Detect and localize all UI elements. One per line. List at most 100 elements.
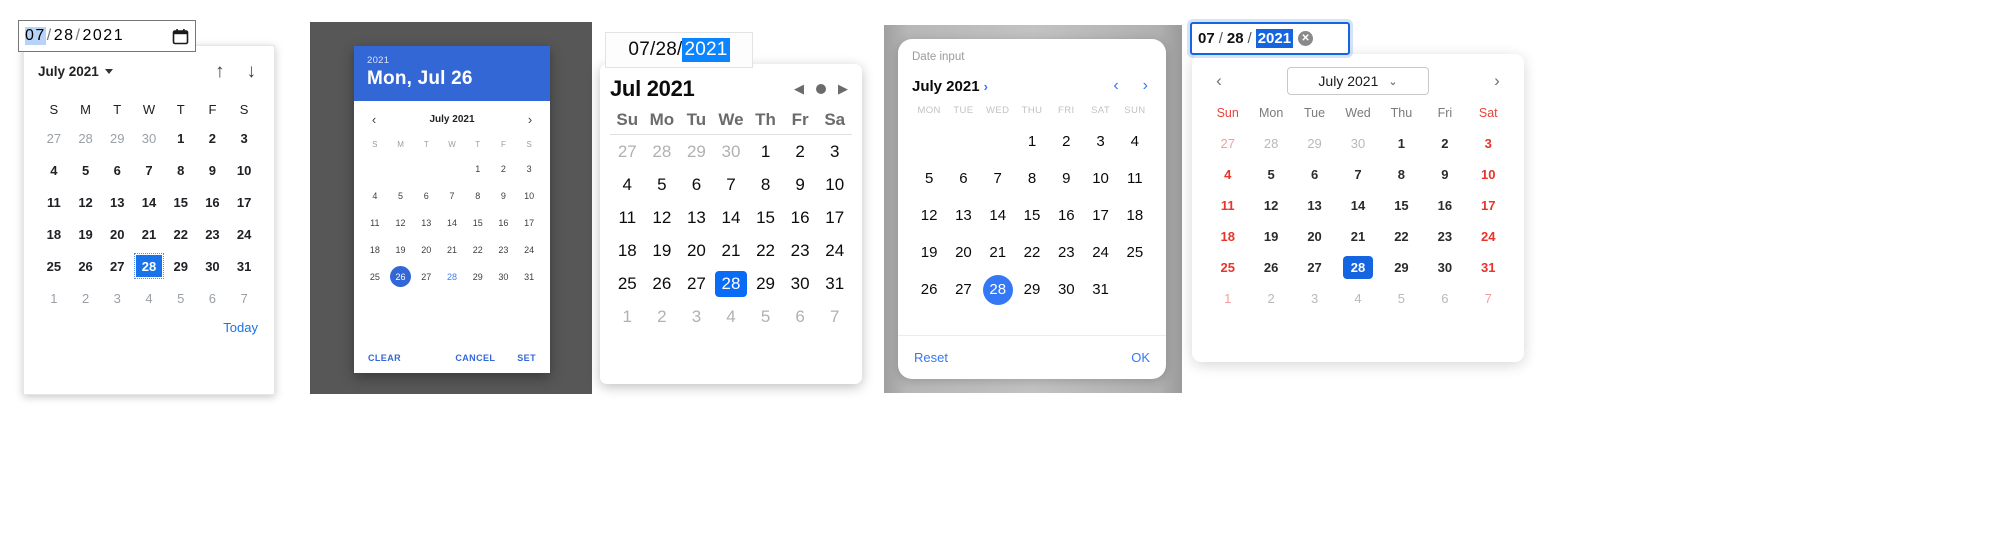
day-cell-selected[interactable]: 28 bbox=[1336, 252, 1379, 283]
day-cell[interactable]: 15 bbox=[748, 201, 783, 234]
day-cell[interactable]: 27 bbox=[946, 271, 980, 308]
day-cell[interactable]: 13 bbox=[1293, 190, 1336, 221]
next-month-chevron-icon[interactable]: › bbox=[1143, 77, 1148, 95]
next-month-chevron-icon[interactable]: › bbox=[1484, 71, 1510, 91]
date-input-field[interactable]: 07 / 28 / 2021 bbox=[18, 20, 196, 52]
day-cell[interactable]: 11 bbox=[610, 201, 645, 234]
day-cell[interactable]: 10 bbox=[817, 168, 852, 201]
day-cell[interactable]: 2 bbox=[1249, 283, 1292, 314]
day-cell-selected[interactable]: 28 bbox=[133, 250, 165, 282]
day-cell[interactable]: 1 bbox=[1206, 283, 1249, 314]
today-button[interactable]: Today bbox=[38, 320, 260, 335]
day-cell[interactable]: 13 bbox=[101, 186, 133, 218]
day-cell[interactable]: 3 bbox=[679, 300, 714, 333]
prev-month-triangle-icon[interactable]: ◀ bbox=[794, 81, 804, 97]
day-cell[interactable]: 14 bbox=[133, 186, 165, 218]
day-cell[interactable]: 1 bbox=[1015, 123, 1049, 160]
day-cell[interactable]: 19 bbox=[1249, 221, 1292, 252]
day-cell[interactable]: 8 bbox=[748, 168, 783, 201]
day-cell[interactable]: 7 bbox=[439, 182, 465, 209]
clear-button[interactable]: CLEAR bbox=[368, 353, 401, 363]
day-cell[interactable]: 30 bbox=[714, 135, 749, 168]
day-segment[interactable]: 28 bbox=[655, 39, 677, 61]
day-cell-selected[interactable]: 28 bbox=[714, 267, 749, 300]
day-cell[interactable]: 7 bbox=[1336, 159, 1379, 190]
day-cell[interactable]: 11 bbox=[362, 209, 388, 236]
day-cell-selected[interactable]: 28 bbox=[981, 271, 1015, 308]
day-cell[interactable]: 8 bbox=[1015, 160, 1049, 197]
day-cell[interactable]: 17 bbox=[516, 209, 542, 236]
day-cell[interactable]: 31 bbox=[1083, 271, 1117, 308]
day-cell[interactable]: 31 bbox=[228, 250, 260, 282]
day-cell[interactable]: 9 bbox=[491, 182, 517, 209]
day-cell[interactable]: 7 bbox=[714, 168, 749, 201]
day-cell[interactable]: 1 bbox=[748, 135, 783, 168]
day-cell[interactable]: 22 bbox=[1015, 234, 1049, 271]
day-cell[interactable]: 2 bbox=[1423, 128, 1466, 159]
day-cell[interactable]: 3 bbox=[1467, 128, 1510, 159]
day-cell[interactable]: 5 bbox=[748, 300, 783, 333]
day-cell[interactable]: 24 bbox=[1467, 221, 1510, 252]
day-cell[interactable]: 4 bbox=[1336, 283, 1379, 314]
day-cell[interactable]: 28 bbox=[1249, 128, 1292, 159]
next-month-triangle-icon[interactable]: ▶ bbox=[838, 81, 848, 97]
day-cell[interactable]: 30 bbox=[1336, 128, 1379, 159]
day-cell[interactable]: 29 bbox=[679, 135, 714, 168]
day-cell[interactable]: 16 bbox=[783, 201, 818, 234]
year-segment[interactable]: 2021 bbox=[1255, 29, 1294, 48]
day-cell[interactable]: 4 bbox=[362, 182, 388, 209]
day-cell[interactable]: 19 bbox=[388, 236, 414, 263]
day-cell[interactable]: 28 bbox=[439, 263, 465, 290]
prev-month-chevron-icon[interactable]: ‹ bbox=[1113, 77, 1118, 95]
day-cell[interactable]: 6 bbox=[1293, 159, 1336, 190]
day-cell[interactable]: 4 bbox=[38, 154, 70, 186]
prev-month-up-arrow-icon[interactable]: ↑ bbox=[215, 62, 225, 81]
day-cell[interactable]: 17 bbox=[228, 186, 260, 218]
day-cell[interactable]: 13 bbox=[679, 201, 714, 234]
day-cell[interactable]: 20 bbox=[679, 234, 714, 267]
day-cell[interactable]: 15 bbox=[1380, 190, 1423, 221]
day-cell[interactable]: 19 bbox=[645, 234, 680, 267]
prev-month-chevron-icon[interactable]: ‹ bbox=[1206, 71, 1232, 91]
day-cell[interactable]: 1 bbox=[38, 282, 70, 314]
day-cell[interactable]: 21 bbox=[439, 236, 465, 263]
day-cell[interactable]: 23 bbox=[1423, 221, 1466, 252]
day-cell[interactable]: 3 bbox=[228, 122, 260, 154]
day-cell[interactable]: 27 bbox=[1206, 128, 1249, 159]
day-cell[interactable]: 16 bbox=[1423, 190, 1466, 221]
day-cell[interactable]: 6 bbox=[101, 154, 133, 186]
day-cell[interactable]: 9 bbox=[197, 154, 229, 186]
day-cell[interactable]: 14 bbox=[1336, 190, 1379, 221]
day-cell[interactable]: 3 bbox=[1293, 283, 1336, 314]
day-cell[interactable]: 6 bbox=[413, 182, 439, 209]
day-cell[interactable]: 23 bbox=[783, 234, 818, 267]
day-cell[interactable]: 2 bbox=[783, 135, 818, 168]
day-cell[interactable]: 16 bbox=[491, 209, 517, 236]
month-segment[interactable]: 07 bbox=[628, 39, 650, 61]
selected-date-label[interactable]: Mon, Jul 26 bbox=[367, 68, 537, 90]
day-cell[interactable]: 11 bbox=[1118, 160, 1152, 197]
day-cell[interactable]: 20 bbox=[946, 234, 980, 271]
day-cell[interactable]: 6 bbox=[197, 282, 229, 314]
day-cell[interactable]: 10 bbox=[1467, 159, 1510, 190]
day-cell[interactable]: 22 bbox=[748, 234, 783, 267]
day-cell[interactable]: 1 bbox=[165, 122, 197, 154]
day-cell[interactable]: 8 bbox=[465, 182, 491, 209]
day-cell[interactable]: 2 bbox=[491, 155, 517, 182]
year-segment[interactable]: 2021 bbox=[682, 38, 730, 62]
day-cell[interactable]: 12 bbox=[70, 186, 102, 218]
next-month-down-arrow-icon[interactable]: ↓ bbox=[247, 62, 257, 81]
day-cell[interactable]: 29 bbox=[748, 267, 783, 300]
day-cell[interactable]: 9 bbox=[1423, 159, 1466, 190]
day-cell[interactable]: 17 bbox=[1467, 190, 1510, 221]
day-cell[interactable]: 28 bbox=[70, 122, 102, 154]
day-cell[interactable]: 26 bbox=[645, 267, 680, 300]
day-cell[interactable]: 5 bbox=[1249, 159, 1292, 190]
day-cell[interactable]: 26 bbox=[70, 250, 102, 282]
day-cell[interactable]: 31 bbox=[817, 267, 852, 300]
day-cell[interactable]: 5 bbox=[388, 182, 414, 209]
day-cell[interactable]: 14 bbox=[439, 209, 465, 236]
day-cell[interactable]: 30 bbox=[783, 267, 818, 300]
day-cell[interactable]: 20 bbox=[413, 236, 439, 263]
day-cell[interactable]: 25 bbox=[1118, 234, 1152, 271]
